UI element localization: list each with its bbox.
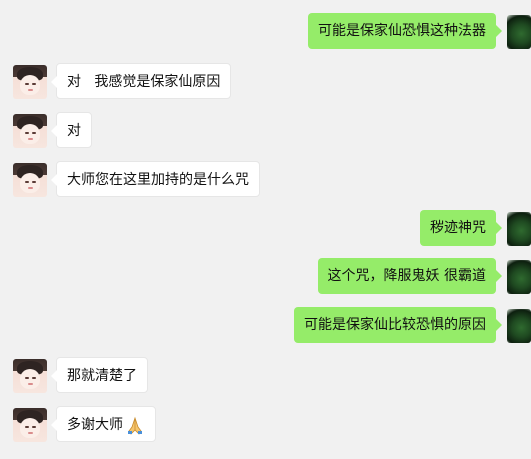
message-bubble-incoming[interactable]: 多谢大师 <box>51 406 156 442</box>
message-bubble-outgoing[interactable]: 可能是保家仙恐惧这种法器 <box>308 13 502 49</box>
message-row-outgoing: 秽迹神咒 <box>0 210 531 248</box>
message-bubble-outgoing[interactable]: 秽迹神咒 <box>420 210 502 246</box>
folded-hands-icon <box>125 414 145 435</box>
message-bubble-incoming[interactable]: 大师您在这里加持的是什么咒 <box>51 161 260 197</box>
anime-boy-avatar-icon[interactable] <box>13 65 47 99</box>
message-text: 多谢大师 <box>67 417 123 433</box>
message-row-incoming: 对 <box>0 112 531 150</box>
message-row-outgoing: 可能是保家仙恐惧这种法器 <box>0 13 531 51</box>
green-orb-avatar-icon[interactable] <box>507 309 531 343</box>
green-orb-avatar-icon[interactable] <box>507 212 531 246</box>
anime-boy-avatar-icon[interactable] <box>13 359 47 393</box>
anime-boy-avatar-icon[interactable] <box>13 163 47 197</box>
chat-message-list[interactable]: 可能是保家仙恐惧这种法器 对 我感觉是保家仙原因 对 大师您在这里加持的是什么咒… <box>0 0 531 459</box>
anime-boy-avatar-icon[interactable] <box>13 114 47 148</box>
message-bubble-incoming[interactable]: 对 我感觉是保家仙原因 <box>50 63 232 99</box>
message-bubble-outgoing[interactable]: 这个咒，降服鬼妖 很霸道 <box>317 258 503 294</box>
message-row-incoming: 大师您在这里加持的是什么咒 <box>0 161 531 199</box>
green-orb-avatar-icon[interactable] <box>507 15 531 49</box>
message-bubble-incoming[interactable]: 对 <box>51 112 92 148</box>
message-row-outgoing: 可能是保家仙比较恐惧的原因 <box>0 307 531 345</box>
message-row-incoming: 对 我感觉是保家仙原因 <box>0 63 531 101</box>
message-row-outgoing: 这个咒，降服鬼妖 很霸道 <box>0 258 531 296</box>
message-row-incoming: 多谢大师 <box>0 406 531 444</box>
message-row-incoming: 那就清楚了 <box>0 357 531 395</box>
message-bubble-outgoing[interactable]: 可能是保家仙比较恐惧的原因 <box>294 307 502 343</box>
anime-boy-avatar-icon[interactable] <box>13 408 47 442</box>
green-orb-avatar-icon[interactable] <box>507 260 531 294</box>
message-bubble-incoming[interactable]: 那就清楚了 <box>51 357 148 393</box>
